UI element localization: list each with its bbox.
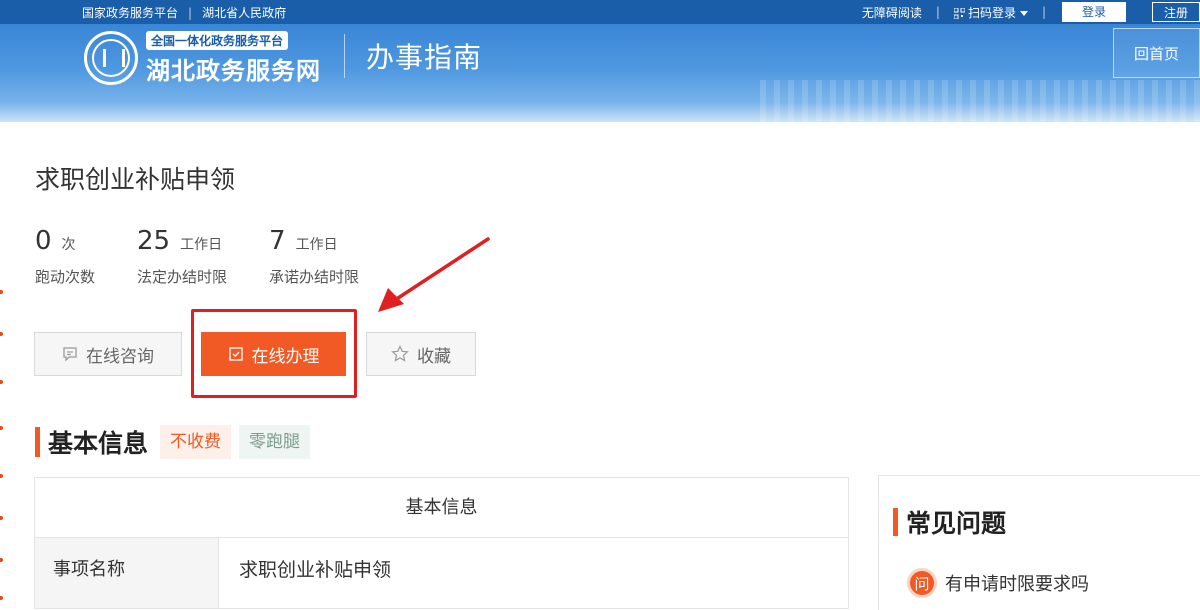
site-logo[interactable]: 全国一体化政务服务平台 湖北政务服务网 xyxy=(84,30,321,86)
stats-row: 0次 跑动次数 25 工作日 法定办结时限 7 工作日 承诺办结时限 xyxy=(35,226,401,287)
national-platform-link[interactable]: 国家政务服务平台 xyxy=(82,4,178,21)
annotation-arrow xyxy=(378,237,490,312)
basic-info-title: 基本信息 xyxy=(48,429,149,458)
header-banner: 全国一体化政务服务平台 湖北政务服务网 办事指南 回首页 xyxy=(0,24,1200,122)
separator: | xyxy=(188,5,193,20)
page-title: 求职创业补贴申领 xyxy=(35,165,236,194)
accessibility-link[interactable]: 无障碍阅读 xyxy=(862,4,922,21)
section-title: 办事指南 xyxy=(366,41,483,74)
faq-title: 常见问题 xyxy=(906,509,1007,538)
home-button[interactable]: 回首页 xyxy=(1113,28,1200,78)
table-header: 基本信息 xyxy=(35,478,848,538)
stat-promised-limit: 7 工作日 承诺办结时限 xyxy=(269,226,359,287)
top-bar: 国家政务服务平台 | 湖北省人民政府 无障碍阅读 | 扫码登录 | 登录 注册 xyxy=(0,0,1200,24)
separator: | xyxy=(935,5,940,19)
caret-down-icon xyxy=(1019,10,1028,16)
faq-panel: 常见问题 问 有申请时限要求吗 xyxy=(878,475,1200,610)
section-accent-bar xyxy=(893,508,898,536)
emblem-icon xyxy=(84,31,138,85)
qr-login-label: 扫码登录 xyxy=(967,5,1016,20)
annotation-highlight-box xyxy=(191,309,357,398)
stat-label: 跑动次数 xyxy=(35,268,96,286)
online-consult-label: 在线咨询 xyxy=(86,346,154,367)
basic-info-header: 基本信息 不收费 零跑腿 xyxy=(35,424,311,460)
stat-value: 7 xyxy=(269,226,286,256)
faq-item-text: 有申请时限要求吗 xyxy=(945,574,1089,595)
section-accent-bar xyxy=(35,427,40,457)
logo-text: 全国一体化政务服务平台 湖北政务服务网 xyxy=(146,30,321,86)
stat-unit: 次 xyxy=(61,237,76,253)
tag-zero-visit: 零跑腿 xyxy=(239,425,311,459)
separator: | xyxy=(1041,5,1046,19)
stat-legal-limit: 25 工作日 法定办结时限 xyxy=(137,226,227,287)
faq-item[interactable]: 问 有申请时限要求吗 xyxy=(907,568,1089,598)
cityscape-decoration xyxy=(760,80,1200,122)
hubei-gov-link[interactable]: 湖北省人民政府 xyxy=(202,4,286,21)
header-divider xyxy=(344,34,345,78)
top-bar-right: 无障碍阅读 | 扫码登录 | 登录 注册 xyxy=(862,0,1200,24)
favorite-label: 收藏 xyxy=(417,346,451,367)
chat-icon xyxy=(63,347,77,362)
stat-value: 0 xyxy=(35,226,52,256)
tag-no-fee: 不收费 xyxy=(160,425,232,459)
qr-code-icon xyxy=(953,7,966,19)
top-bar-left: 国家政务服务平台 | 湖北省人民政府 xyxy=(82,4,286,21)
platform-badge: 全国一体化政务服务平台 xyxy=(146,31,289,50)
favorite-button[interactable]: 收藏 xyxy=(366,332,476,376)
site-name: 湖北政务服务网 xyxy=(146,57,321,85)
faq-header: 常见问题 xyxy=(893,504,1006,540)
register-button[interactable]: 注册 xyxy=(1152,2,1200,22)
table-row: 事项名称 求职创业补贴申领 xyxy=(35,538,848,608)
online-consult-button[interactable]: 在线咨询 xyxy=(34,332,182,376)
stat-label: 法定办结时限 xyxy=(137,268,228,286)
stat-unit: 工作日 xyxy=(180,237,223,253)
star-icon xyxy=(391,345,409,362)
basic-info-table: 基本信息 事项名称 求职创业补贴申领 xyxy=(34,477,849,609)
stat-value: 25 xyxy=(137,226,171,256)
question-icon: 问 xyxy=(907,568,937,598)
stat-unit: 工作日 xyxy=(295,237,338,253)
table-key-cell: 事项名称 xyxy=(35,538,219,608)
stat-visits: 0次 跑动次数 xyxy=(35,226,95,287)
table-value-cell: 求职创业补贴申领 xyxy=(239,559,392,581)
login-button[interactable]: 登录 xyxy=(1062,2,1126,22)
qr-login-menu[interactable]: 扫码登录 xyxy=(953,4,1028,21)
stat-label: 承诺办结时限 xyxy=(269,268,360,286)
